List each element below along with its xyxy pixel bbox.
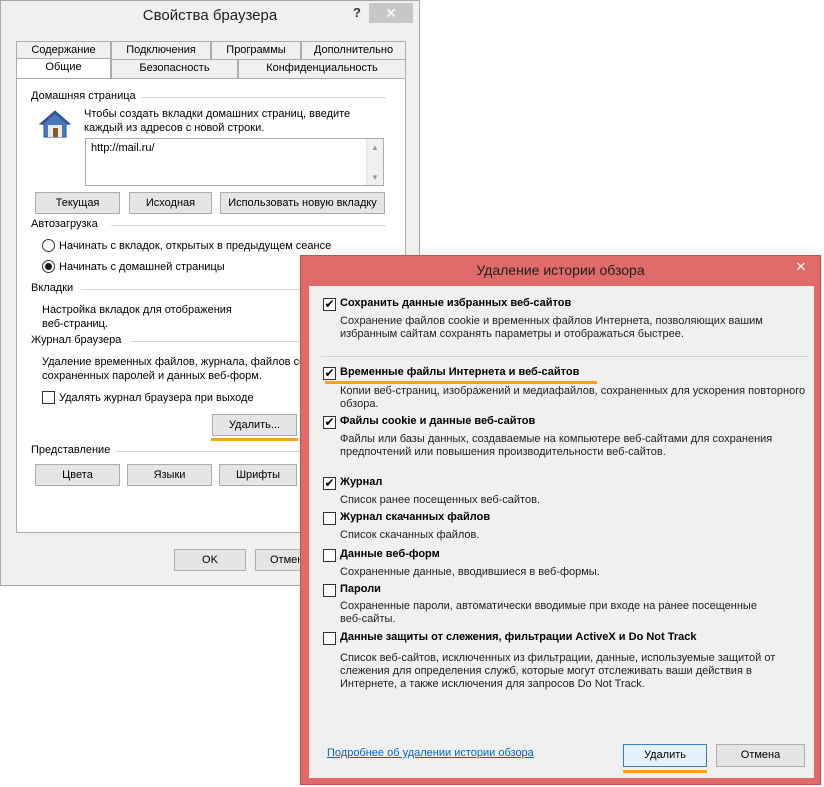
delete-on-exit-label: Удалять журнал браузера при выходе bbox=[59, 392, 254, 404]
tracking-protection-checkbox[interactable] bbox=[323, 632, 336, 645]
tab-privacy[interactable]: Конфиденциальность bbox=[238, 59, 406, 78]
passwords-desc-2: веб-сайты. bbox=[340, 613, 396, 625]
tab-programs[interactable]: Программы bbox=[211, 41, 301, 60]
use-current-button[interactable]: Текущая bbox=[35, 192, 120, 214]
divider bbox=[141, 97, 386, 98]
tab-advanced[interactable]: Дополнительно bbox=[301, 41, 406, 60]
tab-security[interactable]: Безопасность bbox=[111, 59, 238, 78]
scroll-down-icon[interactable]: ▼ bbox=[371, 173, 379, 182]
appearance-group-label: Представление bbox=[31, 444, 115, 456]
home-desc-line2: каждый из адресов с новой строки. bbox=[84, 122, 265, 134]
cookies-checkbox[interactable]: ✔ bbox=[323, 416, 336, 429]
history-label: Журнал bbox=[340, 476, 383, 488]
temp-files-desc-1: Копии веб-страниц, изображений и медиафа… bbox=[340, 385, 806, 397]
temp-files-desc-2: обзора. bbox=[340, 398, 379, 410]
passwords-checkbox[interactable] bbox=[323, 584, 336, 597]
scroll-up-icon[interactable]: ▲ bbox=[371, 143, 379, 152]
home-url-textarea[interactable]: http://mail.ru/ ▲ ▼ bbox=[85, 138, 384, 186]
languages-button[interactable]: Языки bbox=[127, 464, 212, 486]
dialog-title: Удаление истории обзора bbox=[476, 262, 645, 278]
delete-history-dialog: Удаление истории обзора ✕ ✔ Сохранить да… bbox=[300, 255, 821, 785]
fonts-button[interactable]: Шрифты bbox=[219, 464, 297, 486]
start-with-tabs-radio[interactable] bbox=[42, 239, 55, 252]
passwords-desc-1: Сохраненные пароли, автоматически вводим… bbox=[340, 600, 757, 612]
home-icon bbox=[38, 110, 72, 138]
download-history-label: Журнал скачанных файлов bbox=[340, 511, 491, 523]
tracking-protection-desc-3: Интернете, а также исключения для запрос… bbox=[340, 678, 645, 690]
cookies-label: Файлы cookie и данные веб-сайтов bbox=[340, 415, 536, 427]
history-desc: Список ранее посещенных веб-сайтов. bbox=[340, 494, 540, 506]
use-new-tab-button[interactable]: Использовать новую вкладку bbox=[220, 192, 385, 214]
passwords-label: Пароли bbox=[340, 583, 381, 595]
title-bar: Свойства браузера ? ✕ bbox=[1, 1, 419, 31]
divider bbox=[321, 356, 809, 357]
tracking-protection-desc-1: Список веб-сайтов, исключенных из фильтр… bbox=[340, 652, 776, 664]
highlight-underline bbox=[623, 770, 707, 773]
start-with-tabs-label: Начинать с вкладок, открытых в предыдуще… bbox=[59, 240, 332, 252]
keep-favorites-checkbox[interactable]: ✔ bbox=[323, 298, 336, 311]
close-icon[interactable]: ✕ bbox=[788, 258, 814, 276]
divider bbox=[111, 225, 386, 226]
form-data-label: Данные веб-форм bbox=[340, 548, 440, 560]
history-desc-line2: сохраненных паролей и данных веб-форм. bbox=[42, 370, 262, 382]
startup-group-label: Автозагрузка bbox=[31, 218, 102, 230]
colors-button[interactable]: Цвета bbox=[35, 464, 120, 486]
start-with-home-label: Начинать с домашней страницы bbox=[59, 261, 225, 273]
history-desc-line1: Удаление временных файлов, журнала, файл… bbox=[42, 356, 306, 368]
keep-favorites-desc-2: избранным сайтам сохранять параметры и о… bbox=[340, 328, 684, 340]
dialog-body: ✔ Сохранить данные избранных веб-сайтов … bbox=[309, 286, 814, 778]
tabs-group-label: Вкладки bbox=[31, 282, 78, 294]
tab-general[interactable]: Общие bbox=[16, 58, 111, 79]
form-data-checkbox[interactable] bbox=[323, 549, 336, 562]
home-page-group-label: Домашняя страница bbox=[31, 90, 140, 102]
temp-files-checkbox[interactable]: ✔ bbox=[323, 367, 336, 380]
temp-files-label: Временные файлы Интернета и веб-сайтов bbox=[340, 366, 580, 378]
keep-favorites-desc-1: Сохранение файлов cookie и временных фай… bbox=[340, 315, 763, 327]
form-data-desc: Сохраненные данные, вводившиеся в веб-фо… bbox=[340, 566, 600, 578]
download-history-checkbox[interactable] bbox=[323, 512, 336, 525]
ok-button[interactable]: OK bbox=[174, 549, 246, 571]
tabs-desc-line2: веб-страниц. bbox=[42, 318, 109, 330]
tracking-protection-desc-2: слежения для определения служб, которые … bbox=[340, 665, 752, 677]
highlight-underline bbox=[211, 438, 298, 441]
tracking-protection-label: Данные защиты от слежения, фильтрации Ac… bbox=[340, 631, 697, 643]
cookies-desc-2: предпочтений или повышения производитель… bbox=[340, 446, 666, 458]
learn-more-link[interactable]: Подробнее об удалении истории обзора bbox=[327, 747, 534, 759]
use-default-button[interactable]: Исходная bbox=[129, 192, 212, 214]
cancel-button[interactable]: Отмена bbox=[716, 744, 805, 767]
cookies-desc-1: Файлы или базы данных, создаваемые на ко… bbox=[340, 433, 773, 445]
highlight-underline bbox=[325, 381, 597, 384]
tabs-desc-line1: Настройка вкладок для отображения bbox=[42, 304, 232, 316]
help-icon[interactable]: ? bbox=[353, 5, 361, 20]
home-desc-line1: Чтобы создать вкладки домашних страниц, … bbox=[84, 108, 351, 120]
home-url-value: http://mail.ru/ bbox=[91, 142, 155, 154]
download-history-desc: Список скачанных файлов. bbox=[340, 529, 480, 541]
close-icon[interactable]: ✕ bbox=[369, 3, 413, 23]
keep-favorites-label: Сохранить данные избранных веб-сайтов bbox=[340, 297, 572, 309]
scrollbar[interactable]: ▲ ▼ bbox=[366, 139, 383, 185]
history-checkbox[interactable]: ✔ bbox=[323, 477, 336, 490]
delete-on-exit-checkbox[interactable] bbox=[42, 391, 55, 404]
history-group-label: Журнал браузера bbox=[31, 334, 126, 346]
delete-button[interactable]: Удалить bbox=[623, 744, 707, 767]
start-with-home-radio[interactable] bbox=[42, 260, 55, 273]
delete-history-button[interactable]: Удалить... bbox=[212, 414, 297, 436]
tab-connections[interactable]: Подключения bbox=[111, 41, 211, 60]
